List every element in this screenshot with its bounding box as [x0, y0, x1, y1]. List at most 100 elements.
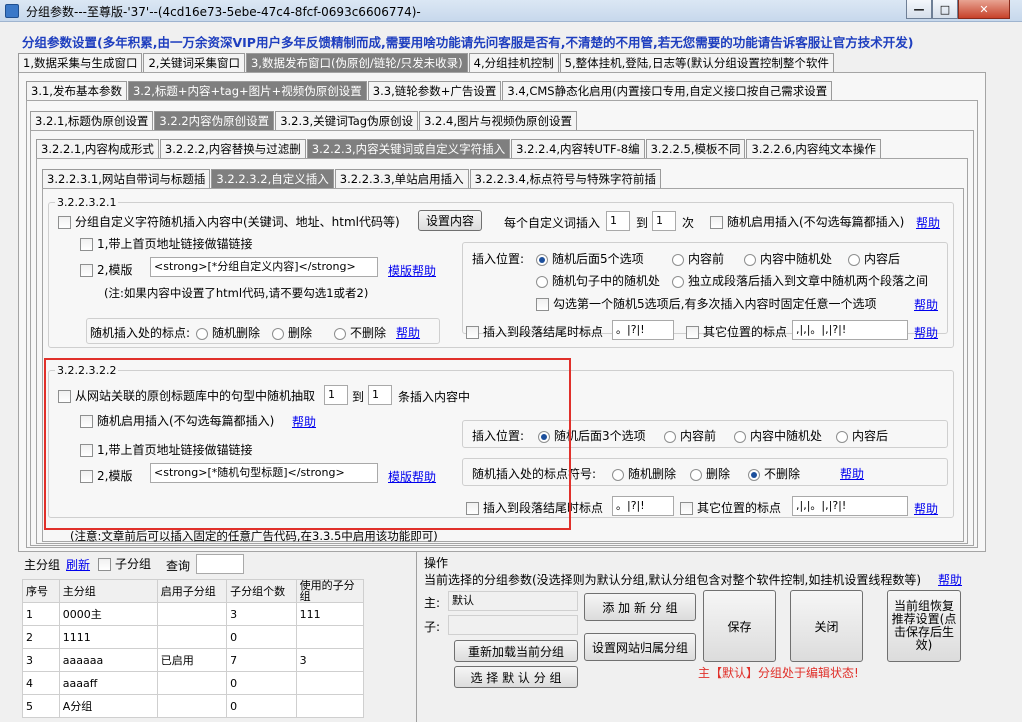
refresh-link[interactable]: 刷新 — [66, 556, 90, 573]
g2-pos-after[interactable]: 内容后 — [836, 427, 888, 444]
tab-content-insert[interactable]: 3.2.2.3,内容关键词或自定义字符插入 — [306, 139, 511, 158]
reload-group-button[interactable]: 重新加载当前分组 — [454, 640, 578, 662]
table-row[interactable]: 3 aaaaaa 已启用 7 3 — [22, 648, 365, 672]
splitter[interactable] — [416, 552, 417, 722]
g1-other-input[interactable]: ,|,|。|,|?|! — [792, 320, 908, 340]
tab-single-site-insert[interactable]: 3.2.2.3.3,单站启用插入 — [334, 169, 469, 188]
table-row[interactable]: 4 aaaaff 0 — [22, 671, 365, 695]
g1-pos-middle[interactable]: 内容中随机处 — [744, 250, 832, 267]
g1-anchor-checkbox[interactable] — [80, 238, 93, 251]
tab-title-pseudo[interactable]: 3.2.1,标题伪原创设置 — [30, 111, 154, 130]
g2-punct-keep-radio[interactable] — [748, 468, 760, 481]
tab-content-replace[interactable]: 3.2.2.2,内容替换与过滤删 — [159, 139, 306, 158]
add-group-button[interactable]: 添 加 新 分 组 — [584, 593, 696, 621]
g2-other-input[interactable]: ,|,|。|,|?|! — [792, 496, 908, 516]
table-row[interactable]: 1 0000主 3 111 — [22, 602, 365, 626]
g1-punct-keep-radio[interactable] — [334, 327, 346, 340]
ops-help-link[interactable]: 帮助 — [938, 571, 962, 588]
query-input[interactable] — [196, 554, 244, 574]
maximize-button[interactable]: □ — [932, 0, 958, 19]
site-group-button[interactable]: 设置网站归属分组 — [584, 633, 696, 661]
g1-pos-paragraph-radio[interactable] — [672, 275, 684, 288]
tab-site-words[interactable]: 3.2.2.3.1,网站自带词与标题插 — [42, 169, 211, 188]
g1-random-check[interactable]: 随机启用插入(不勾选每篇都插入) — [710, 213, 904, 230]
g1-end-input[interactable]: 。|?|! — [612, 320, 674, 340]
table-row[interactable]: 2 1111 0 — [22, 625, 365, 649]
tab-image-video-pseudo[interactable]: 3.2.4,图片与视频伪原创设置 — [419, 111, 577, 130]
g1-punct-random-delete[interactable]: 随机删除 — [196, 324, 260, 341]
tab-plain-text[interactable]: 3.2.2.6,内容纯文本操作 — [746, 139, 881, 158]
tab-publish-basic[interactable]: 3.1,发布基本参数 — [26, 81, 127, 100]
g1-template-input[interactable]: <strong>[*分组自定义内容]</strong> — [150, 257, 378, 277]
g2-end-help-link[interactable]: 帮助 — [914, 500, 938, 517]
tab-overall-hang[interactable]: 5,整体挂机,登陆,日志等(默认分组设置控制整个软件 — [559, 53, 834, 72]
g1-other-check[interactable]: 其它位置的标点 — [686, 323, 787, 340]
g1-pos-paragraph[interactable]: 独立成段落后插入到文章中随机两个段落之间 — [672, 272, 928, 289]
g1-punct-random-delete-radio[interactable] — [196, 327, 208, 340]
subgroup-check[interactable]: 子分组 — [98, 555, 151, 572]
g1-end-help-link[interactable]: 帮助 — [914, 324, 938, 341]
save-button[interactable]: 保存 — [703, 590, 776, 662]
g1-pos-random5[interactable]: 随机后面5个选项 — [536, 250, 644, 267]
tab-cms-static[interactable]: 3.4,CMS静态化启用(内置接口专用,自定义接口按自己需求设置 — [502, 81, 833, 100]
set-content-button[interactable]: 设置内容 — [418, 210, 482, 231]
g1-fixed-check[interactable]: 勾选第一个随机5选项后,有多次插入内容时固定任意一个选项 — [536, 295, 876, 312]
g1-template-help-link[interactable]: 模版帮助 — [388, 262, 436, 279]
select-default-group-button[interactable]: 选 择 默 认 分 组 — [454, 666, 578, 688]
tab-template-diff[interactable]: 3.2.2.5,模板不同 — [645, 139, 746, 158]
g1-punct-help-link[interactable]: 帮助 — [396, 324, 420, 341]
g1-other-checkbox[interactable] — [686, 326, 699, 339]
g1-fixed-checkbox[interactable] — [536, 298, 549, 311]
g1-pos-sentence[interactable]: 随机句子中的随机处 — [536, 272, 660, 289]
g1-punct-delete-radio[interactable] — [272, 327, 284, 340]
close-button[interactable]: 关闭 — [790, 590, 863, 662]
g1-end-checkbox[interactable] — [466, 326, 479, 339]
tab-link-ad[interactable]: 3.3,链轮参数+广告设置 — [367, 81, 502, 100]
g2-end-input[interactable]: 。|?|! — [612, 496, 674, 516]
g2-pos-middle[interactable]: 内容中随机处 — [734, 427, 822, 444]
tab-content-utf8[interactable]: 3.2.2.4,内容转UTF-8编 — [511, 139, 645, 158]
g2-punct-random-delete[interactable]: 随机删除 — [612, 465, 676, 482]
tab-keyword-tag-pseudo[interactable]: 3.2.3,关键词Tag伪原创设 — [275, 111, 419, 130]
g2-punct-keep[interactable]: 不删除 — [748, 465, 800, 482]
each-from-input[interactable]: 1 — [606, 211, 630, 231]
custom-insert-check[interactable]: 分组自定义字符随机插入内容中(关键词、地址、html代码等) — [58, 213, 400, 230]
g1-random-checkbox[interactable] — [710, 216, 723, 229]
tab-pseudo-original[interactable]: 3.2,标题+内容+tag+图片+视频伪原创设置 — [127, 81, 367, 100]
tab-custom-insert[interactable]: 3.2.2.3.2,自定义插入 — [211, 169, 334, 188]
close-window-button[interactable]: ✕ — [958, 0, 1010, 19]
tab-data-publish[interactable]: 3,数据发布窗口(伪原创/链轮/只发未收录) — [245, 53, 468, 72]
each-to-input[interactable]: 1 — [652, 211, 676, 231]
custom-insert-checkbox[interactable] — [58, 216, 71, 229]
g1-help-link[interactable]: 帮助 — [916, 214, 940, 231]
table-row[interactable]: 5 A分组 0 — [22, 694, 365, 718]
g1-punct-keep[interactable]: 不删除 — [334, 324, 386, 341]
g1-template-checkbox[interactable] — [80, 264, 93, 277]
g2-other-check[interactable]: 其它位置的标点 — [680, 499, 781, 516]
g1-end-check[interactable]: 插入到段落结尾时标点 — [466, 323, 603, 340]
restore-recommended-button[interactable]: 当前组恢复推荐设置(点击保存后生效) — [887, 590, 961, 662]
tab-punctuation-insert[interactable]: 3.2.2.3.4,标点符号与特殊字符前插 — [469, 169, 661, 188]
tab-content-form[interactable]: 3.2.2.1,内容构成形式 — [36, 139, 159, 158]
g1-pos-after-radio[interactable] — [848, 253, 860, 266]
g1-anchor-check[interactable]: 1,带上首页地址链接做锚链接 — [80, 235, 252, 252]
g1-pos-random5-radio[interactable] — [536, 253, 548, 266]
tab-data-collect[interactable]: 1,数据采集与生成窗口 — [18, 53, 143, 72]
g2-other-checkbox[interactable] — [680, 502, 693, 515]
tab-keyword-collect[interactable]: 2,关键词采集窗口 — [143, 53, 245, 72]
g1-pos-middle-radio[interactable] — [744, 253, 756, 266]
tab-content-pseudo[interactable]: 3.2.2内容伪原创设置 — [154, 111, 275, 130]
g1-template-check[interactable]: 2,模版 — [80, 261, 132, 278]
g1-fixed-help-link[interactable]: 帮助 — [914, 296, 938, 313]
g2-punct-help-link[interactable]: 帮助 — [840, 465, 864, 482]
g2-pos-middle-radio[interactable] — [734, 430, 746, 443]
g1-pos-before-radio[interactable] — [672, 253, 684, 266]
g2-pos-before-radio[interactable] — [664, 430, 676, 443]
g1-pos-before[interactable]: 内容前 — [672, 250, 724, 267]
tab-group-hang[interactable]: 4,分组挂机控制 — [468, 53, 559, 72]
g1-pos-after[interactable]: 内容后 — [848, 250, 900, 267]
minimize-button[interactable]: — — [906, 0, 932, 19]
g2-pos-before[interactable]: 内容前 — [664, 427, 716, 444]
g1-pos-sentence-radio[interactable] — [536, 275, 548, 288]
g2-pos-after-radio[interactable] — [836, 430, 848, 443]
